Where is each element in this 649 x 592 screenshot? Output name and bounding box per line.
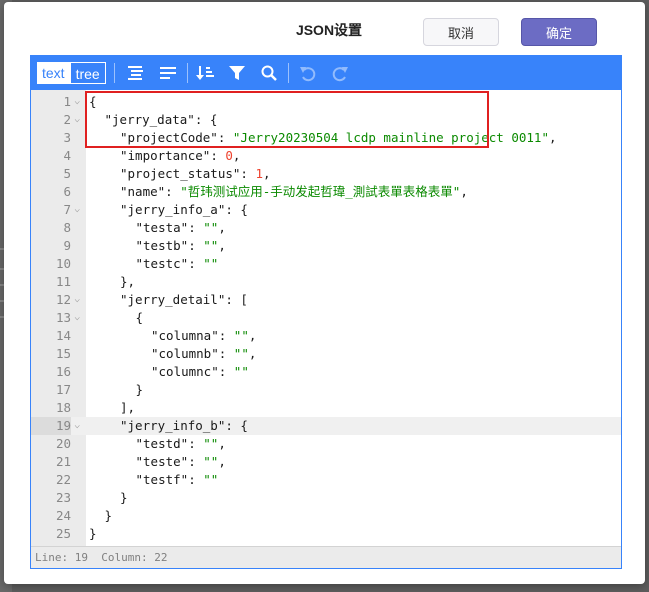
fold-toggle-icon[interactable]: ⌵ [75,201,84,219]
undo-icon[interactable] [295,60,321,86]
line-number: 8 [63,220,71,235]
format-icon[interactable] [123,60,149,86]
line-number: 23 [55,490,71,505]
sort-icon[interactable] [192,60,218,86]
code-line[interactable]: 13 ⌵ { [31,309,621,327]
filter-icon[interactable] [224,60,250,86]
line-number: 24 [55,508,71,523]
code-text: "jerry_detail": [ [120,292,248,307]
line-number: 6 [63,184,71,199]
code-line[interactable]: 24} [31,507,621,525]
code-line[interactable]: 22 "testf": "" [31,471,621,489]
status-bar: Line: 19 Column: 22 [31,546,621,568]
highlight-annotation [85,91,489,148]
code-line[interactable]: 18], [31,399,621,417]
code-line[interactable]: 10 "testc": "" [31,255,621,273]
code-line[interactable]: 7 ⌵ "jerry_info_a": { [31,201,621,219]
code-text: } [89,526,97,541]
line-number: 9 [63,238,71,253]
dialog-title: JSON设置 [295,22,363,38]
code-line[interactable]: 6 "name": "哲玮测试应用-手动发起哲瑋_測試表單表格表單", [31,183,621,201]
mode-tree-button[interactable]: tree [69,62,106,84]
line-number: 17 [55,382,71,397]
code-text: "testc": "" [135,256,219,271]
code-text: "project_status": 1, [120,166,271,181]
line-number: 2 [63,112,71,127]
code-text: "testa": "", [135,220,226,235]
line-number: 3 [63,130,71,145]
code-text: { [135,310,144,325]
line-number: 20 [55,436,71,451]
code-line[interactable]: 12 ⌵ "jerry_detail": [ [31,291,621,309]
code-text: } [135,382,144,397]
line-number: 15 [55,346,71,361]
code-text: "teste": "", [135,454,226,469]
code-line[interactable]: 14 "columna": "", [31,327,621,345]
code-area[interactable]: 1 ⌵{2 ⌵ "jerry_data": {3 "projectCode": "Jer… [31,90,621,546]
code-line[interactable]: 21 "teste": "", [31,453,621,471]
line-number: 10 [55,256,71,271]
code-text: ], [120,400,136,415]
line-number: 21 [55,454,71,469]
code-line[interactable]: 9 "testb": "", [31,237,621,255]
mode-switch: text tree [37,62,106,84]
code-text: "testf": "" [135,472,219,487]
code-text: "columna": "", [151,328,257,343]
code-text: "columnc": "" [151,364,249,379]
search-icon[interactable] [256,60,282,86]
mode-text-button[interactable]: text [37,62,70,84]
line-number: 4 [63,148,71,163]
code-line[interactable]: 4 "importance": 0, [31,147,621,165]
code-text: } [120,490,128,505]
code-text: "testd": "", [135,436,226,451]
code-line[interactable]: 20 "testd": "", [31,435,621,453]
line-number: 19 [31,417,71,435]
json-settings-dialog: JSON设置 取消 确定 text tree 1 ⌵ {2 ⌵ "jerry_… [4,2,645,584]
line-number: 25 [55,526,71,541]
line-number: 18 [55,400,71,415]
code-text: }, [120,274,136,289]
code-text: "columnb": "", [151,346,257,361]
dialog-header: JSON设置 取消 确定 [4,2,645,56]
toolbar-divider [113,63,115,83]
line-number: 14 [55,328,71,343]
toolbar-divider [186,63,188,83]
line-number: 16 [55,364,71,379]
line-number: 12 [55,292,71,307]
line-number: 22 [55,472,71,487]
redo-icon[interactable] [327,60,353,86]
ok-button[interactable]: 确定 [521,18,597,46]
code-text: } [104,508,113,523]
code-line[interactable]: 16 "columnc": "" [31,363,621,381]
line-number: 13 [55,310,71,325]
cancel-button[interactable]: 取消 [423,18,499,46]
code-line[interactable]: 11}, [31,273,621,291]
code-text: "testb": "", [135,238,226,253]
line-number: 7 [63,202,71,217]
code-line[interactable]: 5 "project_status": 1, [31,165,621,183]
code-text: "jerry_info_b": { [120,418,248,433]
code-line[interactable]: 8 "testa": "", [31,219,621,237]
code-line[interactable]: 17} [31,381,621,399]
code-text: "name": "哲玮测试应用-手动发起哲瑋_測試表單表格表單", [120,184,468,199]
code-line[interactable]: 23} [31,489,621,507]
editor-toolbar: text tree [31,56,621,90]
code-text: "jerry_info_a": { [120,202,248,217]
line-number: 1 [63,94,71,109]
line-number: 5 [63,166,71,181]
code-line[interactable]: 19 ⌵ "jerry_info_b": { [31,417,621,435]
fold-toggle-icon[interactable]: ⌵ [75,309,84,327]
fold-toggle-icon[interactable]: ⌵ [75,93,84,111]
code-line[interactable]: 15 "columnb": "", [31,345,621,363]
toolbar-divider [287,63,289,83]
code-text: "importance": 0, [120,148,241,163]
compact-icon[interactable] [155,60,181,86]
fold-toggle-icon[interactable]: ⌵ [75,417,84,435]
line-number: 11 [55,274,71,289]
code-line[interactable]: 25} [31,525,621,543]
fold-toggle-icon[interactable]: ⌵ [75,291,84,309]
fold-toggle-icon[interactable]: ⌵ [75,111,84,129]
